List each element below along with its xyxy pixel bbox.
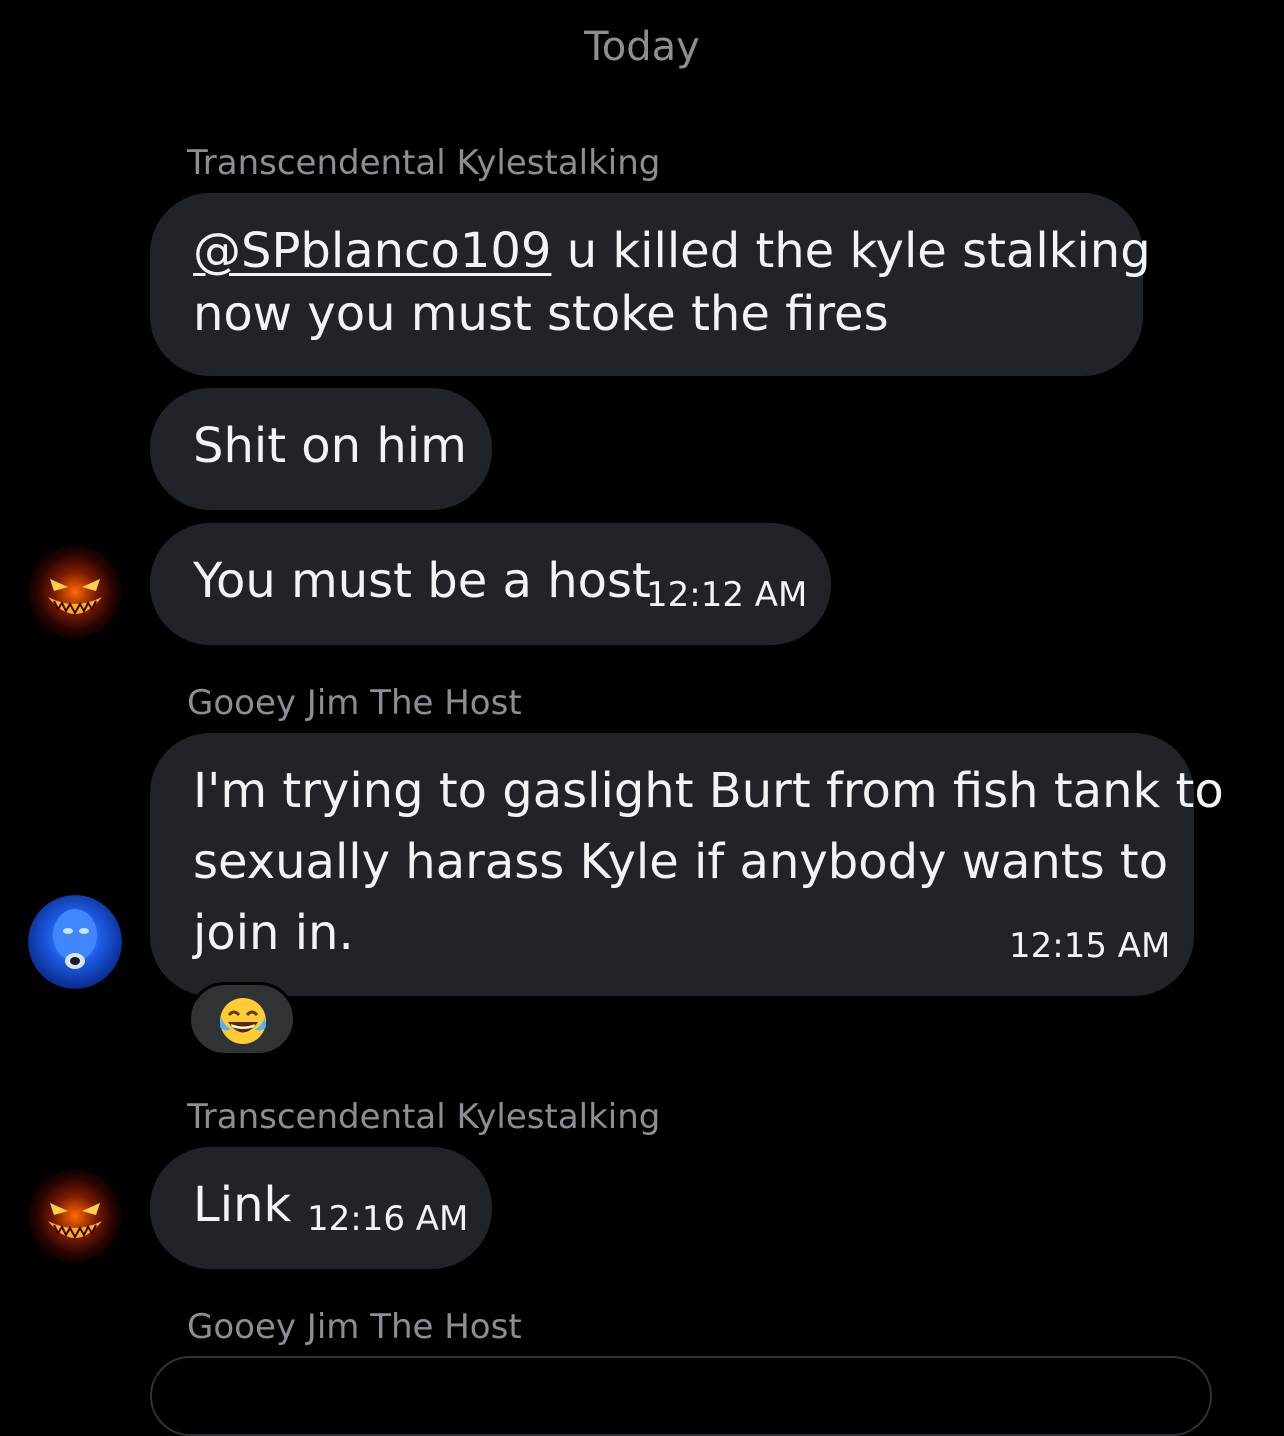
message-timestamp: 12:15 AM (1009, 926, 1171, 966)
message-text: You must be a host (193, 553, 651, 609)
message-bubble[interactable]: You must be a host 12:12 AM (150, 523, 831, 645)
message-bubble[interactable]: Shit on him (150, 388, 492, 510)
demon-face-icon (28, 1169, 122, 1263)
message-timestamp: 12:12 AM (646, 575, 808, 615)
message-bubble[interactable]: @SPblanco109 u killed the kyle stalking … (150, 193, 1151, 376)
sender-name: Gooey Jim The Host (187, 1307, 522, 1347)
date-separator: Today (584, 24, 700, 70)
blue-face-icon (28, 895, 122, 989)
avatar-demon[interactable] (28, 545, 122, 639)
message-line: @SPblanco109 u killed the kyle stalking (193, 223, 1151, 279)
message-text: Link (193, 1177, 292, 1233)
message-timestamp: 12:16 AM (307, 1199, 469, 1239)
message-text: u killed the kyle stalking (551, 223, 1151, 279)
face-with-tears-of-joy-icon (220, 998, 266, 1044)
message-text: Shit on him (193, 418, 467, 474)
avatar-blue[interactable] (28, 895, 122, 989)
message-text: now you must stoke the fires (193, 286, 889, 342)
sender-name: Transcendental Kylestalking (187, 1097, 661, 1137)
message-bubble[interactable]: Link 12:16 AM (150, 1147, 492, 1269)
mention-link[interactable]: @SPblanco109 (193, 223, 551, 279)
message-text: sexually harass Kyle if anybody wants to (193, 834, 1169, 890)
demon-face-icon (28, 545, 122, 639)
sender-name: Transcendental Kylestalking (187, 143, 661, 183)
sender-name: Gooey Jim The Host (187, 683, 522, 723)
message-bubble[interactable]: I'm trying to gaslight Burt from fish ta… (150, 733, 1224, 996)
message-text: I'm trying to gaslight Burt from fish ta… (193, 763, 1224, 819)
message-text: join in. (193, 905, 354, 961)
avatar-demon[interactable] (28, 1169, 122, 1263)
message-bubble-partial[interactable] (150, 1356, 1212, 1436)
reaction-badge[interactable] (188, 982, 296, 1056)
